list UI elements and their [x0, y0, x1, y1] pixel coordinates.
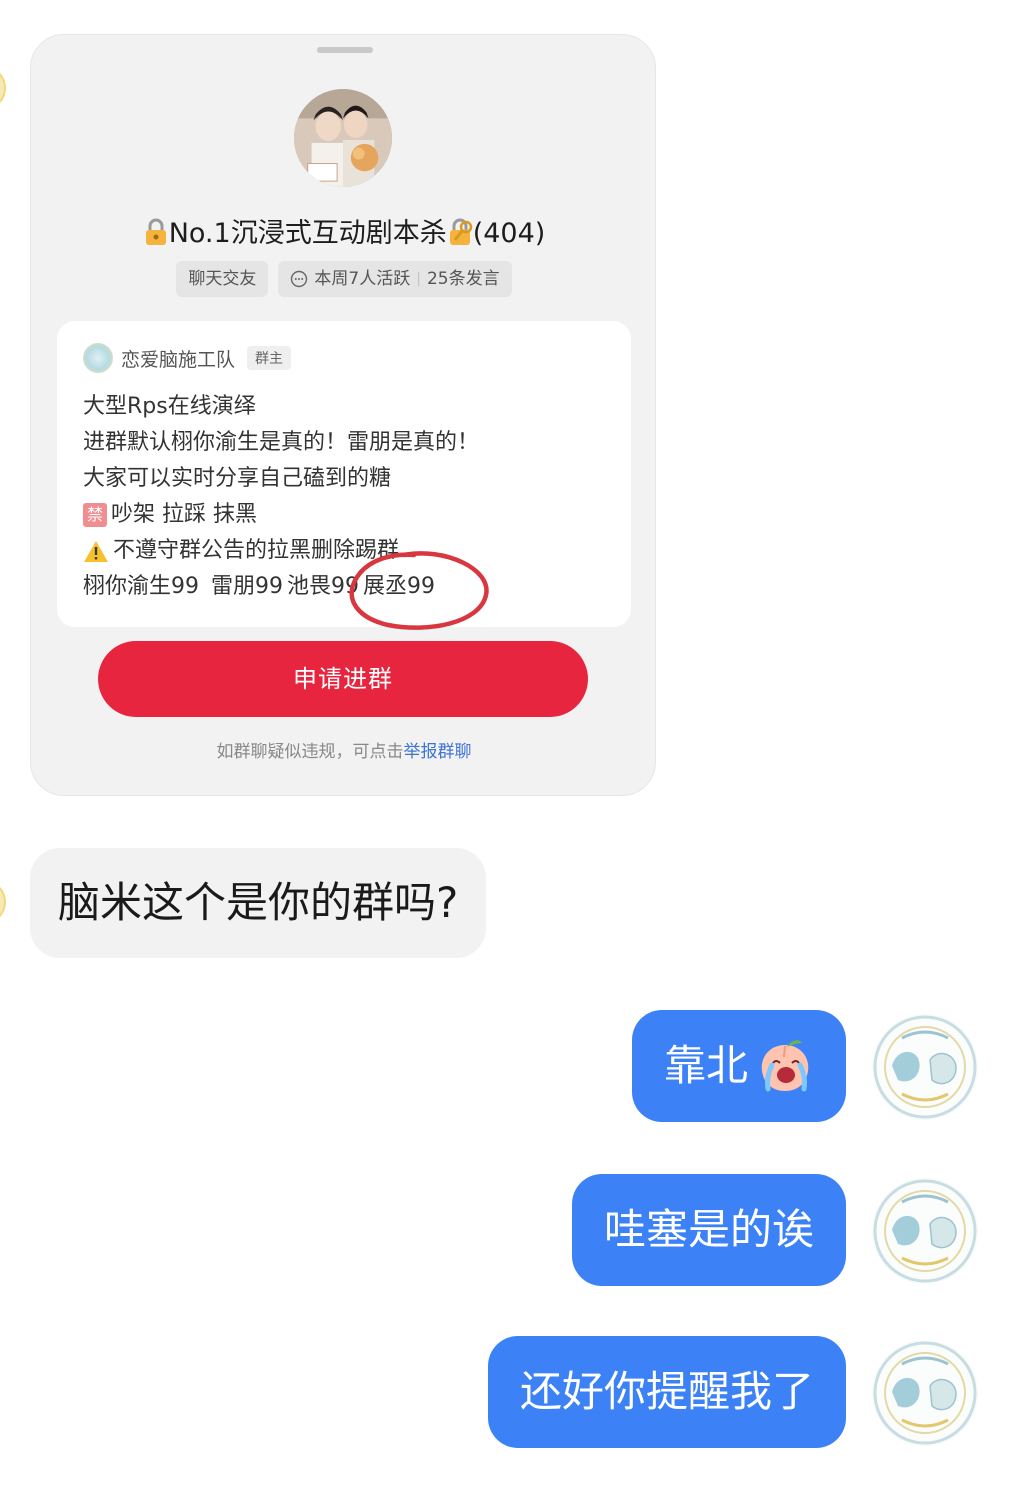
- category-tag: 聊天交友: [176, 261, 269, 297]
- category-label: 聊天交友: [188, 269, 257, 289]
- group-tags: 聊天交友 本周7人活跃 | 25条发言: [31, 261, 657, 297]
- contact-avatar[interactable]: [0, 880, 6, 924]
- weekly-active-count: 本周7人活跃: [314, 269, 411, 289]
- warning-icon: [84, 541, 108, 562]
- group-title: No.1沉浸式互动剧本杀 (404): [31, 211, 657, 250]
- owner-row: 恋爱脑施工队 群主: [83, 343, 292, 373]
- member-count: (404): [472, 218, 546, 249]
- group-invite-card[interactable]: No.1沉浸式互动剧本杀 (404) 聊天交友 本周7人活跃 | 25条发言 恋…: [30, 34, 656, 796]
- notice-line: 进群默认栩你渝生是真的！雷朋是真的！: [83, 430, 480, 455]
- contact-avatar[interactable]: [0, 66, 6, 110]
- incoming-message-bubble[interactable]: 脑米这个是你的群吗?: [30, 848, 487, 958]
- outgoing-message-bubble[interactable]: 靠北: [631, 1010, 846, 1122]
- message-count: 25条发言: [426, 269, 500, 289]
- chat-bubble-icon: [291, 270, 308, 288]
- drag-handle[interactable]: [317, 47, 373, 53]
- cp-item: 展丞99: [363, 574, 435, 599]
- notice-line-cp: 栩你渝生99 雷朋99 池畏99 展丞99: [83, 569, 479, 605]
- notice-line-warning: 不遵守群公告的拉黑删除踢群: [83, 533, 479, 569]
- crying-peach-emoji-icon: [761, 1040, 809, 1092]
- self-avatar[interactable]: [872, 1178, 978, 1284]
- self-avatar[interactable]: [872, 1340, 978, 1446]
- chat-screen: No.1沉浸式互动剧本杀 (404) 聊天交友 本周7人活跃 | 25条发言 恋…: [0, 0, 1027, 1494]
- lock-key-icon: [449, 218, 472, 245]
- message-text: 靠北: [663, 1041, 748, 1090]
- outgoing-message-bubble[interactable]: 哇塞是的诶: [571, 1174, 846, 1286]
- notice-text: 大型Rps在线演绎 进群默认栩你渝生是真的！雷朋是真的！ 大家可以实时分享自己磕…: [83, 389, 479, 605]
- cp-item: 池畏99: [287, 574, 359, 599]
- notice-line: 大家可以实时分享自己磕到的糖: [83, 466, 392, 491]
- owner-badge: 群主: [247, 346, 292, 370]
- outgoing-message-bubble[interactable]: 还好你提醒我了: [487, 1336, 846, 1448]
- group-avatar: [294, 89, 392, 187]
- owner-name: 恋爱脑施工队: [121, 348, 236, 371]
- report-group-link[interactable]: 举报群聊: [404, 742, 472, 762]
- lock-icon: [145, 218, 166, 245]
- warning-text: 不遵守群公告的拉黑删除踢群: [113, 538, 400, 563]
- notice-line: 大型Rps在线演绎: [83, 394, 256, 419]
- cp-item: 雷朋99: [211, 574, 283, 599]
- cp-item: 栩你渝生99: [83, 574, 199, 599]
- ban-icon: 禁: [83, 503, 107, 527]
- notice-line-ban: 禁 吵架 拉踩 抹黑: [83, 497, 479, 533]
- activity-tag: 本周7人活跃 | 25条发言: [278, 261, 512, 297]
- group-notice: 恋爱脑施工队 群主 大型Rps在线演绎 进群默认栩你渝生是真的！雷朋是真的！ 大…: [57, 321, 631, 627]
- self-avatar[interactable]: [872, 1014, 978, 1120]
- owner-avatar[interactable]: [83, 343, 113, 373]
- ban-text: 吵架 拉踩 抹黑: [111, 502, 257, 527]
- group-name: No.1沉浸式互动剧本杀: [168, 218, 447, 249]
- report-notice: 如群聊疑似违规，可点击举报群聊: [31, 737, 657, 762]
- tag-divider: |: [416, 271, 421, 287]
- report-hint: 如群聊疑似违规，可点击: [216, 742, 404, 762]
- apply-join-button[interactable]: 申请进群: [98, 641, 588, 717]
